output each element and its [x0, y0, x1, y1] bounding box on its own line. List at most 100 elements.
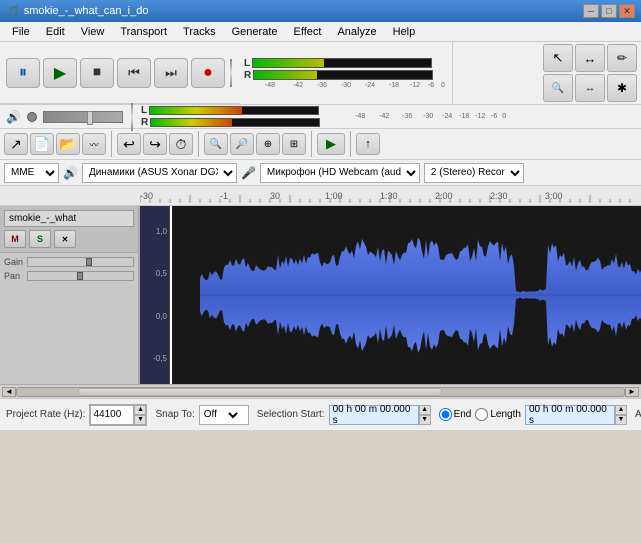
zoom-in-tool[interactable]: 🔍 [543, 74, 573, 102]
project-rate-label: Project Rate (Hz): [6, 409, 85, 420]
skip-back-button[interactable]: ⏮ [117, 58, 151, 88]
scroll-left-button[interactable]: ◄ [2, 387, 16, 397]
track-pan-slider[interactable] [27, 271, 134, 281]
sel-start-down[interactable]: ▼ [419, 415, 431, 425]
input-device-select[interactable]: Микрофон (HD Webcam (audi [260, 163, 420, 183]
volume-slider[interactable] [43, 111, 123, 123]
selection-start-value[interactable]: 00 h 00 m 00.000 s [329, 405, 419, 425]
length-radio[interactable] [475, 408, 488, 421]
silence-btn[interactable]: ↑ [356, 133, 380, 155]
redo-btn[interactable]: ↪ [143, 133, 167, 155]
channels-select[interactable]: 2 (Stereo) Record [424, 163, 524, 183]
stop-button[interactable]: ⏹ [80, 58, 114, 88]
project-rate-spinner[interactable]: ▲ ▼ [134, 405, 146, 425]
menu-file[interactable]: File [4, 24, 38, 40]
edit-divider-4 [350, 131, 351, 157]
sel-start-spinner[interactable]: ▲ ▼ [419, 405, 431, 425]
window-title: 🎵 smokie_-_what_can_i_do [6, 5, 148, 18]
audio-position-field: Audio Position: 00 h 00 m 00. [635, 405, 641, 425]
device-bar: MME DirectSound WASAPI 🔊 Динамики (ASUS … [0, 160, 641, 186]
end-radio[interactable] [439, 408, 452, 421]
select-tool-btn[interactable]: ↗ [4, 133, 28, 155]
minimize-button[interactable]: ─ [583, 4, 599, 18]
waveform-btn[interactable]: 〰 [82, 133, 106, 155]
rate-down-btn[interactable]: ▼ [134, 415, 146, 425]
edit-toolbar: ↗ 📄 📂 〰 ↩ ↪ ⏱ 🔍 🔎 ⊕ ⊞ ▶ ↑ [0, 129, 641, 160]
menu-generate[interactable]: Generate [224, 24, 286, 40]
volume-icon: 🔊 [6, 110, 21, 124]
edit-divider-3 [311, 131, 312, 157]
scrollbar-thumb[interactable] [78, 388, 442, 396]
multi-tool[interactable]: ✱ [607, 74, 637, 102]
horizontal-scrollbar: ◄ ► [0, 384, 641, 398]
transport-toolbar: ⏸ ▶ ⏹ ⏮ ⏭ ● [0, 42, 240, 104]
mute-button[interactable]: M [4, 230, 26, 248]
snap-to-select[interactable]: Off Bar Beat [200, 406, 241, 424]
open-btn[interactable]: 📂 [56, 133, 80, 155]
zoom-normal-btn[interactable]: 🔍 [204, 133, 228, 155]
volume-row: 🔊 L R -48 -42 -36 -30 -24 -18 -12 -6 [0, 105, 641, 129]
close-button[interactable]: ✕ [619, 4, 635, 18]
input-meters: L R -48 -42 -36 -30 -24 -18 -12 -6 0 [240, 42, 453, 104]
scroll-right-button[interactable]: ► [625, 387, 639, 397]
end-value-wrap: 00 h 00 m 00.000 s ▲ ▼ [525, 405, 627, 425]
skip-forward-button[interactable]: ⏭ [154, 58, 188, 88]
api-select[interactable]: MME DirectSound WASAPI [4, 163, 59, 183]
zoom-fit-btn[interactable]: ⊞ [282, 133, 306, 155]
menu-tracks[interactable]: Tracks [175, 24, 224, 40]
sel-start-up[interactable]: ▲ [419, 405, 431, 415]
title-bar: 🎵 smokie_-_what_can_i_do ─ □ ✕ [0, 0, 641, 22]
rate-up-btn[interactable]: ▲ [134, 405, 146, 415]
menu-help[interactable]: Help [385, 24, 424, 40]
end-down[interactable]: ▼ [615, 415, 627, 425]
end-length-field: End Length 00 h 00 m 00.000 s ▲ ▼ [439, 405, 627, 425]
track-volume: Gain [4, 257, 134, 267]
play-button[interactable]: ▶ [43, 58, 77, 88]
end-spinner[interactable]: ▲ ▼ [615, 405, 627, 425]
solo-button[interactable]: S [29, 230, 51, 248]
cursor-tool[interactable]: ↖ [543, 44, 573, 72]
close-track-button[interactable]: ✕ [54, 230, 76, 248]
end-radio-label[interactable]: End [439, 408, 472, 421]
zoom-sel-btn[interactable]: ⊕ [256, 133, 280, 155]
zoom-out-tool[interactable]: ↔ [575, 74, 605, 102]
left-channel-label: L [244, 58, 250, 69]
track-area: smokie_-_what M S ✕ Gain Pan [0, 206, 641, 384]
end-up[interactable]: ▲ [615, 405, 627, 415]
volume-knob[interactable] [27, 112, 37, 122]
track-pan: Pan [4, 271, 134, 281]
maximize-button[interactable]: □ [601, 4, 617, 18]
snap-to-field: Snap To: Off Bar Beat [155, 405, 248, 425]
output-meters: L R [141, 105, 320, 128]
track-gain-slider[interactable] [27, 257, 134, 267]
menu-analyze[interactable]: Analyze [329, 24, 384, 40]
play-green-btn[interactable]: ▶ [317, 133, 345, 155]
out-left-row: L [141, 105, 320, 116]
mic-icon: 🎤 [241, 166, 256, 180]
y-label-4: -0,5 [142, 354, 167, 363]
right-channel-label: R [244, 70, 251, 81]
record-button[interactable]: ● [191, 58, 225, 88]
clock-btn[interactable]: ⏱ [169, 133, 193, 155]
menu-transport[interactable]: Transport [112, 24, 175, 40]
track-name-area: smokie_-_what M S ✕ [0, 206, 138, 253]
gain-label: Gain [4, 257, 24, 267]
audio-position-label: Audio Position: [635, 409, 641, 420]
length-radio-label[interactable]: Length [475, 408, 521, 421]
new-track-btn[interactable]: 📄 [30, 133, 54, 155]
project-rate-value: 44100 [90, 405, 134, 425]
pause-button[interactable]: ⏸ [6, 58, 40, 88]
end-value[interactable]: 00 h 00 m 00.000 s [525, 405, 615, 425]
menu-edit[interactable]: Edit [38, 24, 73, 40]
zoom-out-btn[interactable]: 🔎 [230, 133, 254, 155]
project-rate-field: Project Rate (Hz): 44100 ▲ ▼ [6, 404, 147, 426]
scrollbar-track[interactable] [16, 387, 625, 397]
menu-view[interactable]: View [73, 24, 113, 40]
selection-tool[interactable]: ↔ [575, 44, 605, 72]
menu-effect[interactable]: Effect [286, 24, 330, 40]
waveform-container[interactable]: 1,0 0,5 0,0 -0,5 [140, 206, 641, 384]
undo-btn[interactable]: ↩ [117, 133, 141, 155]
draw-tool[interactable]: ✏ [607, 44, 637, 72]
y-axis: 1,0 0,5 0,0 -0,5 [140, 206, 170, 384]
output-device-select[interactable]: Динамики (ASUS Xonar DGX A [82, 163, 237, 183]
